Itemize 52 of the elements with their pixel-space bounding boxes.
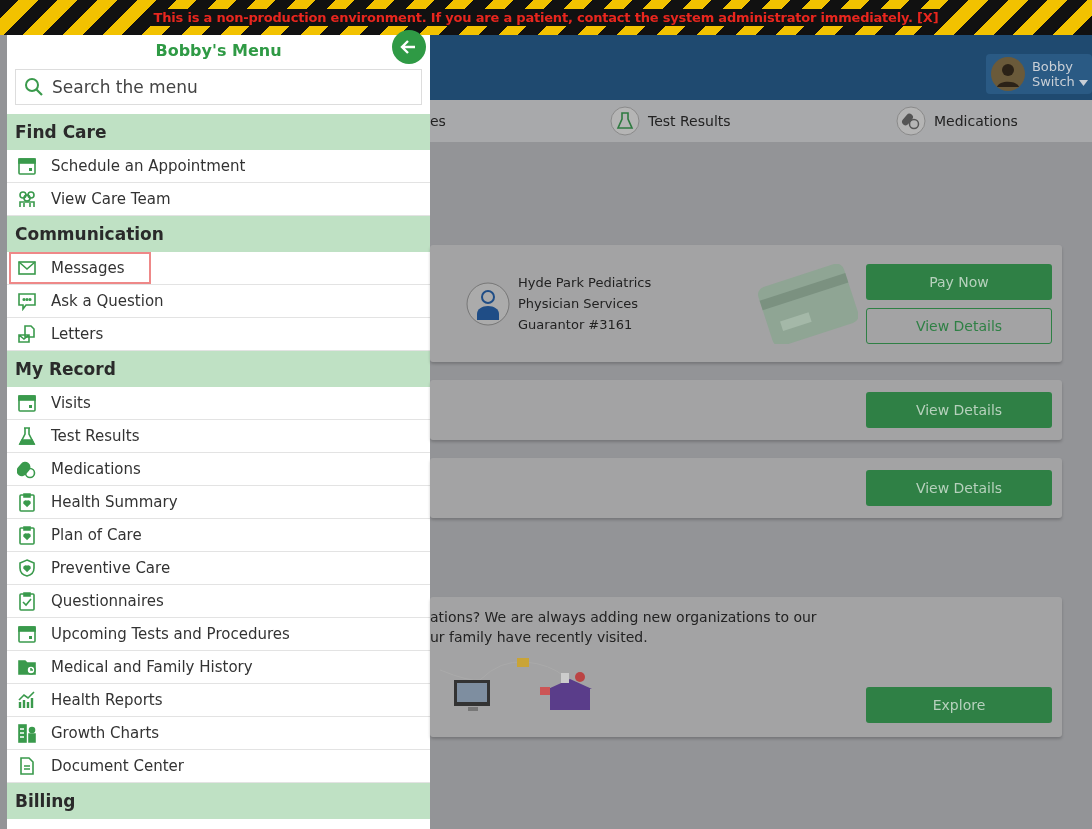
account-line: Guarantor #3161 bbox=[518, 316, 634, 334]
calendar-icon bbox=[17, 393, 37, 413]
menu-item[interactable]: Visits bbox=[9, 387, 99, 419]
menu-item[interactable]: Messages bbox=[9, 252, 151, 284]
menu-item[interactable]: Ask a Question bbox=[9, 285, 172, 317]
section-header: My Record bbox=[7, 351, 430, 387]
flask-icon bbox=[17, 426, 37, 446]
menu-title: Bobby's Menu bbox=[155, 40, 282, 60]
pills-icon bbox=[17, 459, 37, 479]
growth-icon bbox=[17, 723, 37, 743]
promo-text: ations? We are always adding new organizations to our bbox=[430, 608, 817, 627]
menu-item[interactable]: Schedule an Appointment bbox=[9, 150, 254, 182]
account-line: Hyde Park Pediatrics bbox=[518, 274, 652, 292]
nav-tab[interactable]: es bbox=[430, 113, 610, 129]
section-header: Billing bbox=[7, 783, 430, 819]
document-icon bbox=[17, 756, 37, 776]
menu-item[interactable]: Upcoming Tests and Procedures bbox=[9, 618, 298, 650]
shield-icon bbox=[17, 558, 37, 578]
menu-item[interactable]: Medications bbox=[9, 453, 149, 485]
chat-icon bbox=[17, 291, 37, 311]
caret-icon bbox=[1079, 80, 1088, 86]
nav-tab[interactable]: Test Results bbox=[610, 106, 896, 136]
menu-item[interactable]: Growth Charts bbox=[9, 717, 168, 749]
menu-item[interactable]: View Care Team bbox=[9, 183, 179, 215]
avatar-icon bbox=[989, 56, 1026, 92]
search-icon bbox=[24, 77, 44, 97]
nav-tab[interactable]: Medications bbox=[896, 106, 1018, 136]
menu-item[interactable]: Test Results bbox=[9, 420, 148, 452]
section-header: Communication bbox=[7, 216, 430, 252]
promo-text: ur family have recently visited. bbox=[430, 628, 649, 647]
section-header: Find Care bbox=[7, 114, 430, 150]
flask-icon bbox=[610, 106, 640, 136]
menu-item[interactable]: Plan of Care bbox=[9, 519, 150, 551]
chart-icon bbox=[17, 690, 37, 710]
folder-icon bbox=[17, 657, 37, 677]
team-icon bbox=[17, 189, 37, 209]
menu-item[interactable]: Letters bbox=[9, 318, 112, 350]
calendar-icon bbox=[17, 156, 37, 176]
menu-item[interactable]: Questionnaires bbox=[9, 585, 172, 617]
menu-item[interactable]: Health Summary bbox=[9, 486, 186, 518]
letter-icon bbox=[17, 324, 37, 344]
clipboard-check-icon bbox=[17, 591, 37, 611]
menu-item[interactable]: Medical and Family History bbox=[9, 651, 261, 683]
search-field[interactable]: Search the menu bbox=[15, 69, 422, 105]
account-line: Physician Services bbox=[518, 295, 640, 313]
doctor-icon bbox=[466, 281, 510, 326]
menu-item[interactable]: Health Reports bbox=[9, 684, 171, 716]
menu-item[interactable]: Preventive Care bbox=[9, 552, 179, 584]
menu-item[interactable]: Document Center bbox=[9, 750, 192, 782]
envelope-icon bbox=[17, 258, 37, 278]
calendar-icon bbox=[17, 624, 37, 644]
pills-icon bbox=[896, 106, 926, 136]
